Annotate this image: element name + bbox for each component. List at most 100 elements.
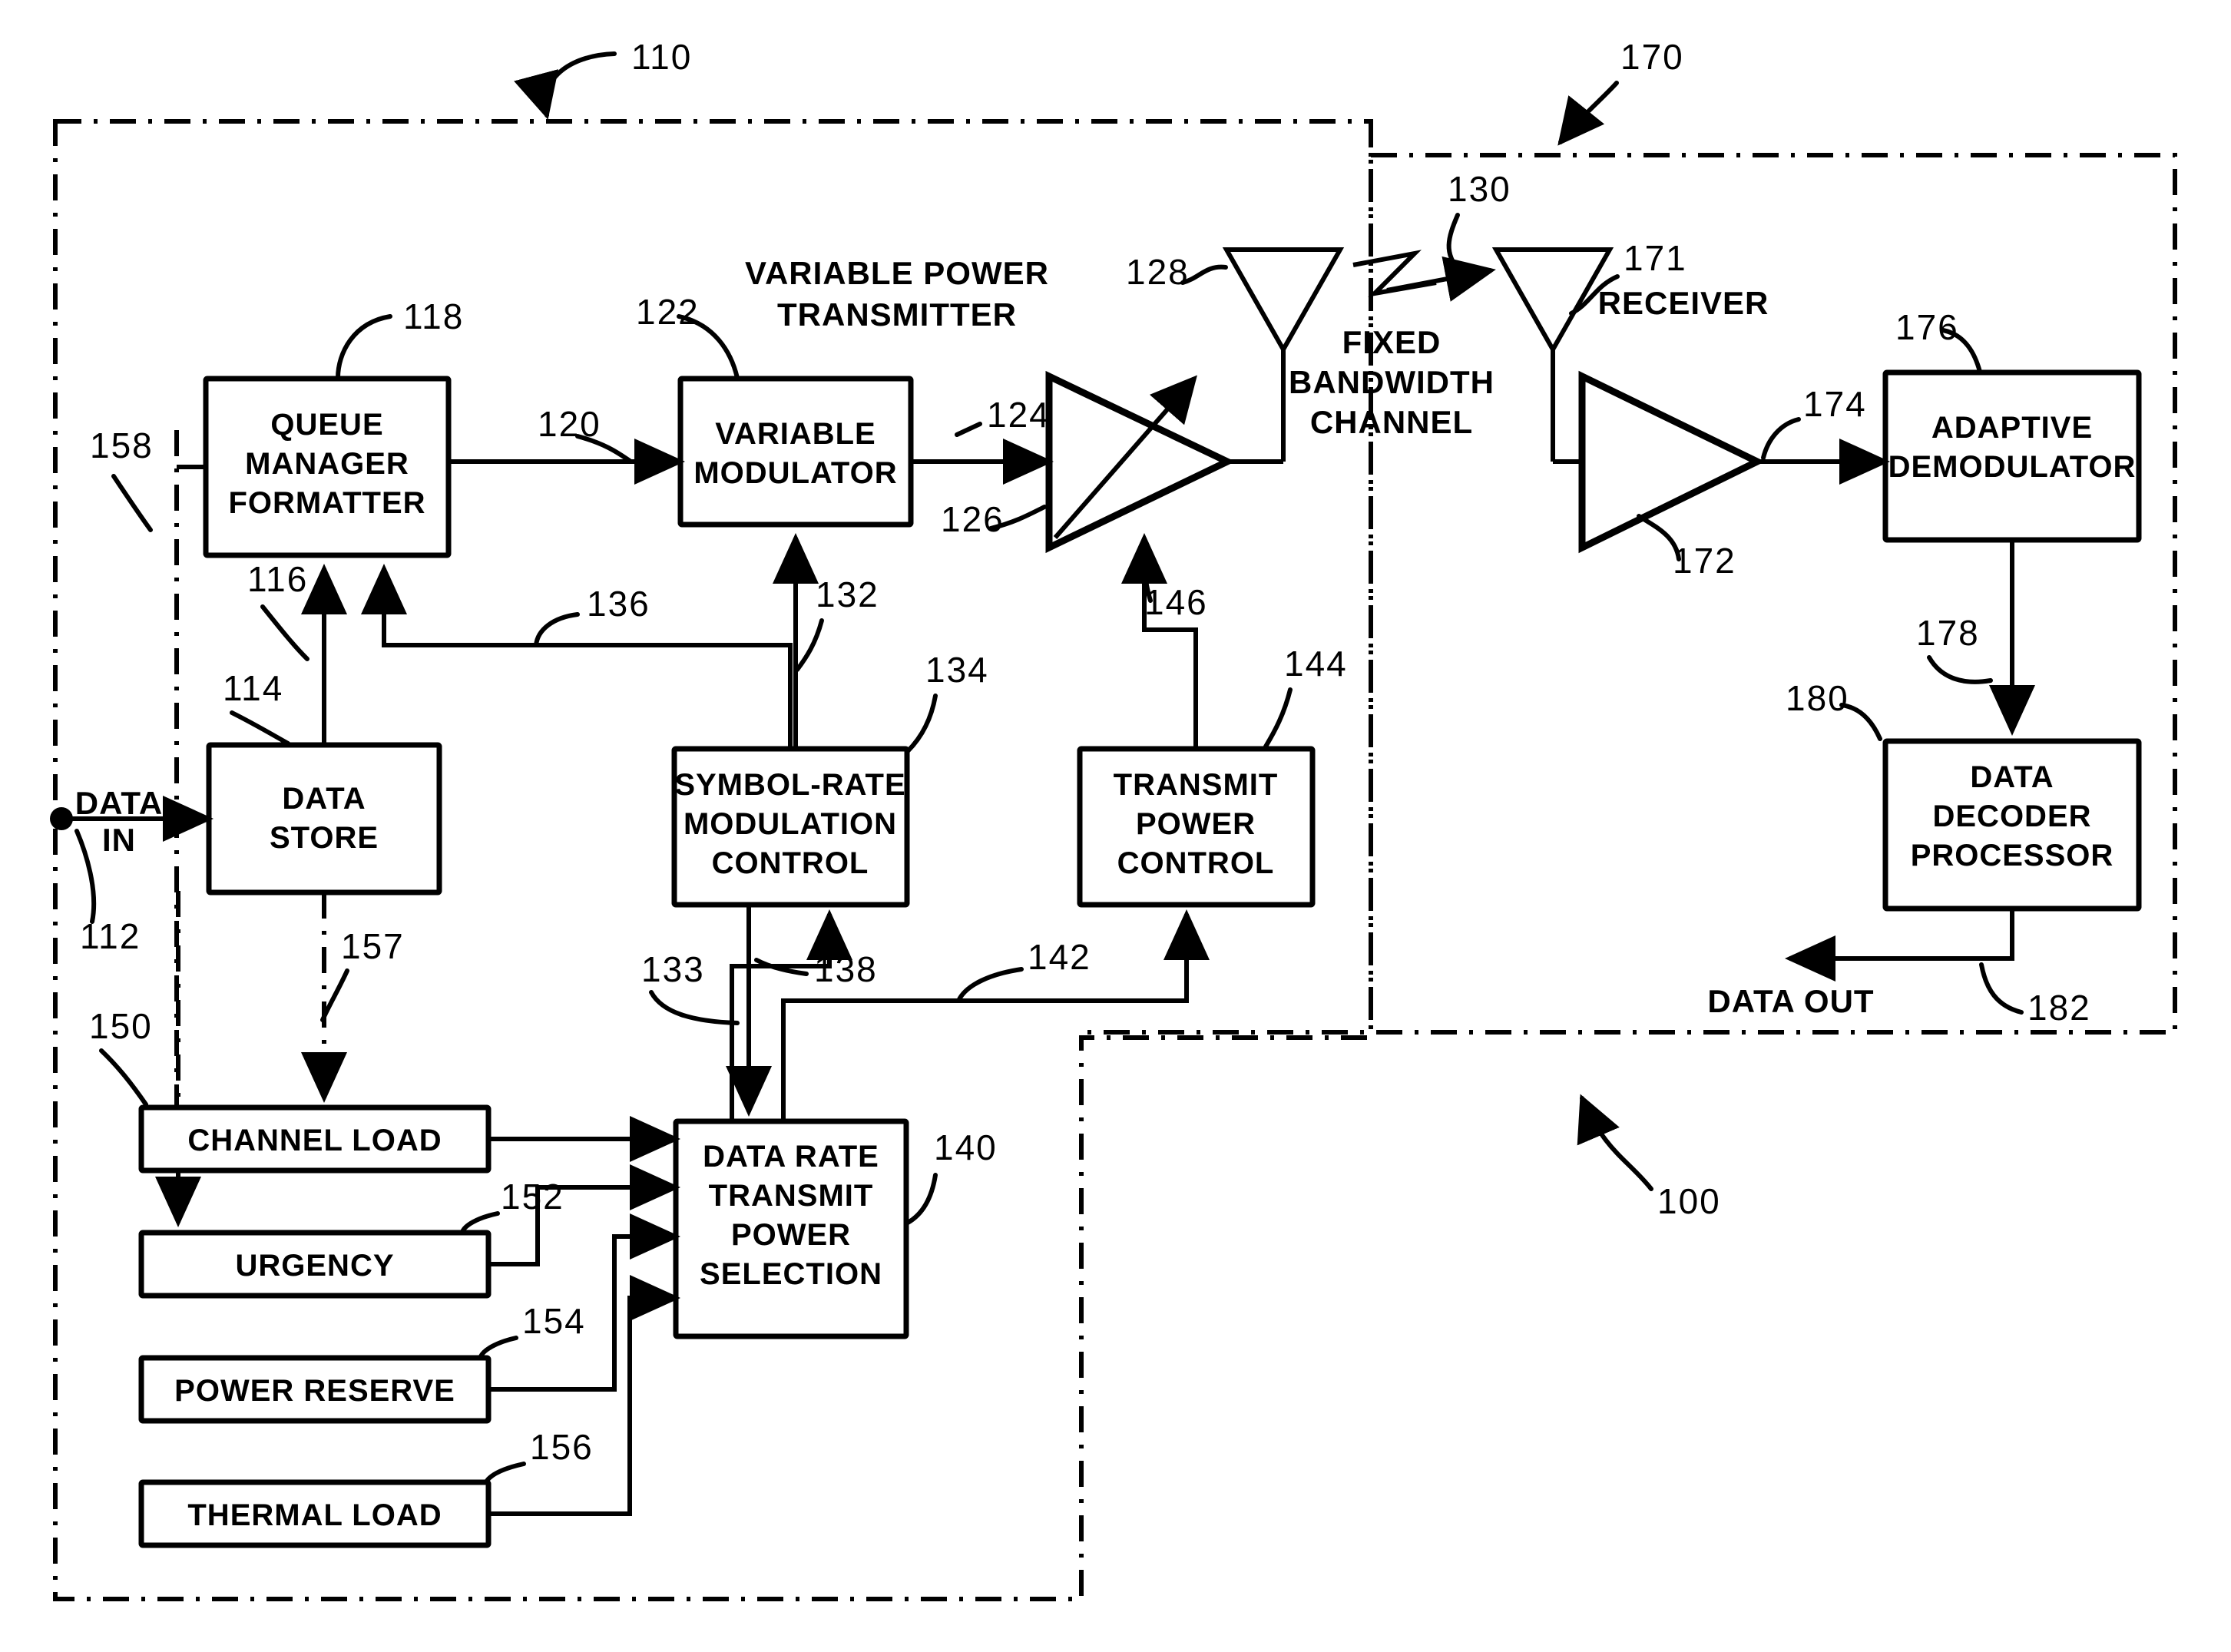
transmit-antenna-icon [1222, 247, 1345, 355]
data-out-caption: DATA OUT [1707, 983, 1874, 1019]
ref-116: 116 [247, 559, 308, 599]
variable-modulator-line-1: VARIABLE [715, 417, 876, 451]
ref-136: 136 [587, 584, 650, 624]
block-variable-modulator [677, 376, 914, 528]
ref-134: 134 [925, 650, 989, 690]
leader-157 [320, 968, 349, 1022]
variable-power-transmitter-line-1: VARIABLE POWER [745, 255, 1049, 291]
leader-100 [1577, 1094, 1653, 1191]
ref-118: 118 [403, 296, 464, 336]
urgency-label: URGENCY [235, 1249, 394, 1283]
variable-power-transmitter-line-2: TRANSMITTER [777, 296, 1017, 333]
leader-133 [649, 990, 740, 1025]
transmit-power-line-2: POWER [1136, 807, 1256, 841]
line-146-power-control-to-amplifier [1121, 533, 1198, 749]
leader-154 [478, 1336, 518, 1359]
ref-114: 114 [223, 668, 283, 708]
ref-100: 100 [1657, 1181, 1721, 1221]
ref-124: 124 [987, 395, 1051, 435]
ref-172: 172 [1673, 541, 1736, 581]
ref-178: 178 [1916, 613, 1980, 653]
queue-manager-line-2: MANAGER [245, 447, 409, 481]
thermal-load-label: THERMAL LOAD [187, 1498, 442, 1532]
ref-146: 146 [1144, 582, 1208, 622]
leader-130 [1446, 213, 1461, 273]
symbol-rate-line-1: SYMBOL-RATE [674, 768, 905, 802]
leader-170 [1557, 81, 1619, 146]
transmit-power-line-3: CONTROL [1117, 846, 1275, 880]
ref-174: 174 [1803, 384, 1867, 424]
data-store-line-1: DATA [282, 782, 366, 816]
drtps-line-2: TRANSMIT [709, 1179, 874, 1213]
ref-156: 156 [530, 1427, 594, 1467]
ref-176: 176 [1895, 307, 1959, 347]
drtps-line-1: DATA RATE [703, 1140, 879, 1174]
ref-171: 171 [1624, 238, 1687, 278]
leader-112 [74, 829, 97, 924]
receiver-caption: RECEIVER [1598, 285, 1769, 321]
ref-110: 110 [631, 37, 692, 77]
variable-power-amplifier-triangle [1045, 370, 1236, 554]
fixed-bandwidth-channel-line-3: CHANNEL [1310, 404, 1473, 440]
leader-178 [1927, 655, 1993, 684]
leader-156 [485, 1462, 526, 1483]
block-diagram-svg: QUEUE MANAGER FORMATTER VARIABLE MODULAT… [50, 37, 2177, 1601]
ref-120: 120 [538, 404, 601, 444]
ref-158: 158 [90, 425, 154, 465]
leader-136 [534, 612, 580, 647]
ref-182: 182 [2027, 988, 2091, 1028]
receive-antenna-icon [1491, 247, 1614, 355]
line-142-drtps-to-transmit-power-control [781, 909, 1210, 1121]
adaptive-demodulator-line-2: DEMODULATOR [1888, 450, 2137, 484]
data-in-line-2: IN [102, 822, 136, 858]
ref-157: 157 [341, 926, 405, 966]
ref-180: 180 [1786, 678, 1849, 718]
leader-110 [514, 51, 617, 120]
leader-124 [955, 422, 982, 437]
symbol-rate-line-3: CONTROL [712, 846, 869, 880]
queue-manager-line-1: QUEUE [270, 408, 383, 442]
fixed-bandwidth-channel-line-1: FIXED [1342, 324, 1442, 360]
line-182-decoder-to-data-out [1785, 909, 2014, 982]
adaptive-demodulator-line-1: ADAPTIVE [1931, 411, 2093, 445]
leader-152 [460, 1211, 500, 1234]
data-decoder-line-2: DECODER [1932, 800, 2091, 833]
data-decoder-line-1: DATA [1970, 760, 2054, 794]
ref-132: 132 [816, 574, 879, 614]
leader-118 [336, 314, 392, 380]
ref-112: 112 [80, 916, 141, 956]
data-in-line-1: DATA [75, 785, 163, 821]
leader-116 [260, 604, 309, 661]
leader-140 [905, 1173, 938, 1225]
leader-114 [230, 710, 290, 746]
ref-138: 138 [814, 949, 878, 989]
leader-150 [99, 1048, 148, 1107]
ref-128: 128 [1126, 252, 1190, 292]
data-decoder-line-3: PROCESSOR [1911, 839, 2114, 872]
ref-126: 126 [941, 499, 1005, 539]
fixed-bandwidth-channel-line-2: BANDWIDTH [1289, 364, 1495, 400]
ref-142: 142 [1028, 937, 1091, 977]
ref-130: 130 [1448, 169, 1511, 209]
data-store-line-2: STORE [270, 821, 379, 855]
leader-182 [1979, 962, 2024, 1015]
ref-170: 170 [1620, 37, 1684, 77]
leader-142 [956, 967, 1024, 1003]
symbol-rate-line-2: MODULATION [684, 807, 897, 841]
ref-144: 144 [1284, 644, 1348, 684]
block-data-store [206, 742, 442, 896]
leader-144 [1263, 687, 1293, 749]
variable-modulator-line-2: MODULATOR [693, 456, 897, 490]
leader-174 [1761, 417, 1801, 460]
ref-150: 150 [89, 1006, 153, 1046]
ref-140: 140 [934, 1127, 998, 1167]
receiver-amplifier-triangle [1578, 370, 1766, 554]
leader-134 [905, 694, 938, 753]
power-reserve-label: POWER RESERVE [174, 1374, 455, 1408]
leader-158 [111, 474, 153, 532]
leader-120 [575, 434, 632, 463]
transmit-power-line-1: TRANSMIT [1114, 768, 1279, 802]
drtps-line-3: POWER [731, 1218, 851, 1252]
patent-figure-canvas: QUEUE MANAGER FORMATTER VARIABLE MODULAT… [0, 0, 2231, 1652]
queue-manager-line-3: FORMATTER [228, 486, 425, 520]
